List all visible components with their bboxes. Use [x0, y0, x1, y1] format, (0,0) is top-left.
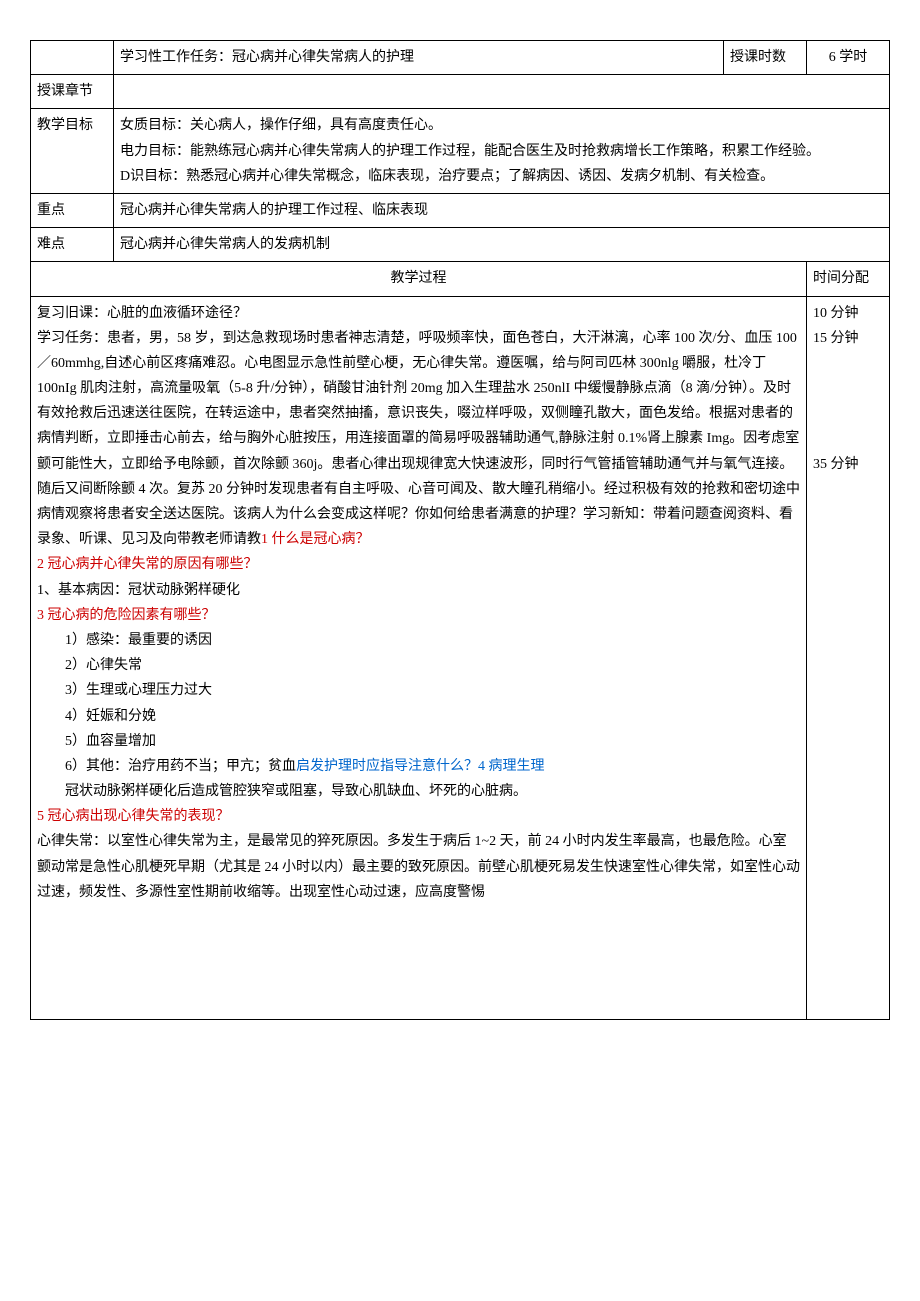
- chapter-value-cell: [114, 75, 890, 109]
- task-label: 学习任务：: [37, 331, 107, 346]
- keypoint-value-cell: 冠心病并心律失常病人的护理工作过程、临床表现: [114, 193, 890, 227]
- row1-empty: [31, 41, 114, 75]
- goal-line-1: 女质目标：关心病人，操作仔细，具有高度责任心。: [120, 118, 442, 133]
- keypoint-label-cell: 重点: [31, 193, 114, 227]
- factor-3: 3）生理或心理压力过大: [37, 678, 800, 703]
- process-body-cell: 复习旧课：心脏的血液循环途径？ 学习任务：患者，男，58 岁，到达急救现场时患者…: [31, 296, 807, 1020]
- goal-line-2: 电力目标：能熟练冠心病并心律失常病人的护理工作过程，能配合医生及时抢救病增长工作…: [120, 144, 820, 159]
- time-1: 10 分钟: [813, 306, 859, 321]
- difficulty-value-cell: 冠心病并心律失常病人的发病机制: [114, 228, 890, 262]
- time-3: 35 分钟: [813, 457, 859, 472]
- goals-value-cell: 女质目标：关心病人，操作仔细，具有高度责任心。 电力目标：能熟练冠心病并心律失常…: [114, 109, 890, 194]
- question-5: 5 冠心病出现心律失常的表现？: [37, 804, 800, 829]
- time-2: 15 分钟: [813, 331, 859, 346]
- answer-2-text: 冠状动脉粥样硬化: [128, 583, 240, 598]
- factor-6-blue: 启发护理时应指导注意什么？4 病理生理: [296, 759, 545, 774]
- factor-1: 1）感染：最重要的诱因: [37, 628, 800, 653]
- task-title-cell: 学习性工作任务：冠心病并心律失常病人的护理: [114, 41, 724, 75]
- answer-2-label: 1、基本病因：: [37, 583, 128, 598]
- task-paragraph: 患者，男，58 岁，到达急救现场时患者神志清楚，呼吸频率快，面色苍白，大汗淋漓，…: [37, 331, 800, 522]
- factor-6-prefix: 6）其他：治疗用药不当；甲亢；贫血: [65, 759, 296, 774]
- process-title-cell: 教学过程: [31, 262, 807, 296]
- review-label: 复习旧课：: [37, 306, 107, 321]
- review-text: 心脏的血液循环途径？: [107, 306, 247, 321]
- chapter-label-cell: 授课章节: [31, 75, 114, 109]
- time-col-label-cell: 时间分配: [807, 262, 890, 296]
- hours-label-cell: 授课时数: [724, 41, 807, 75]
- lesson-plan-table: 学习性工作任务：冠心病并心律失常病人的护理 授课时数 6 学时 授课章节 教学目…: [30, 40, 890, 1020]
- factor-2: 2）心律失常: [37, 653, 800, 678]
- time-column-cell: 10 分钟 15 分钟 35 分钟: [807, 296, 890, 1020]
- question-1: 1 什么是冠心病？: [261, 532, 370, 547]
- difficulty-label-cell: 难点: [31, 228, 114, 262]
- answer-5: 心律失常：以室性心律失常为主，是最常见的猝死原因。多发生于病后 1~2 天，前 …: [37, 829, 800, 905]
- hours-value-cell: 6 学时: [807, 41, 890, 75]
- factor-5: 5）血容量增加: [37, 729, 800, 754]
- goals-label-cell: 教学目标: [31, 109, 114, 194]
- question-3: 3 冠心病的危险因素有哪些？: [37, 603, 800, 628]
- factor-4: 4）妊娠和分娩: [37, 704, 800, 729]
- question-2: 2 冠心病并心律失常的原因有哪些？: [37, 552, 800, 577]
- new-label: 学习新知：: [583, 507, 653, 522]
- goal-line-3: D识目标：熟悉冠心病并心律失常概念，临床表现，治疗要点；了解病因、诱因、发病夕机…: [120, 169, 774, 184]
- factor-6-line2: 冠状动脉粥样硬化后造成管腔狭窄或阻塞，导致心肌缺血、坏死的心脏病。: [37, 779, 800, 804]
